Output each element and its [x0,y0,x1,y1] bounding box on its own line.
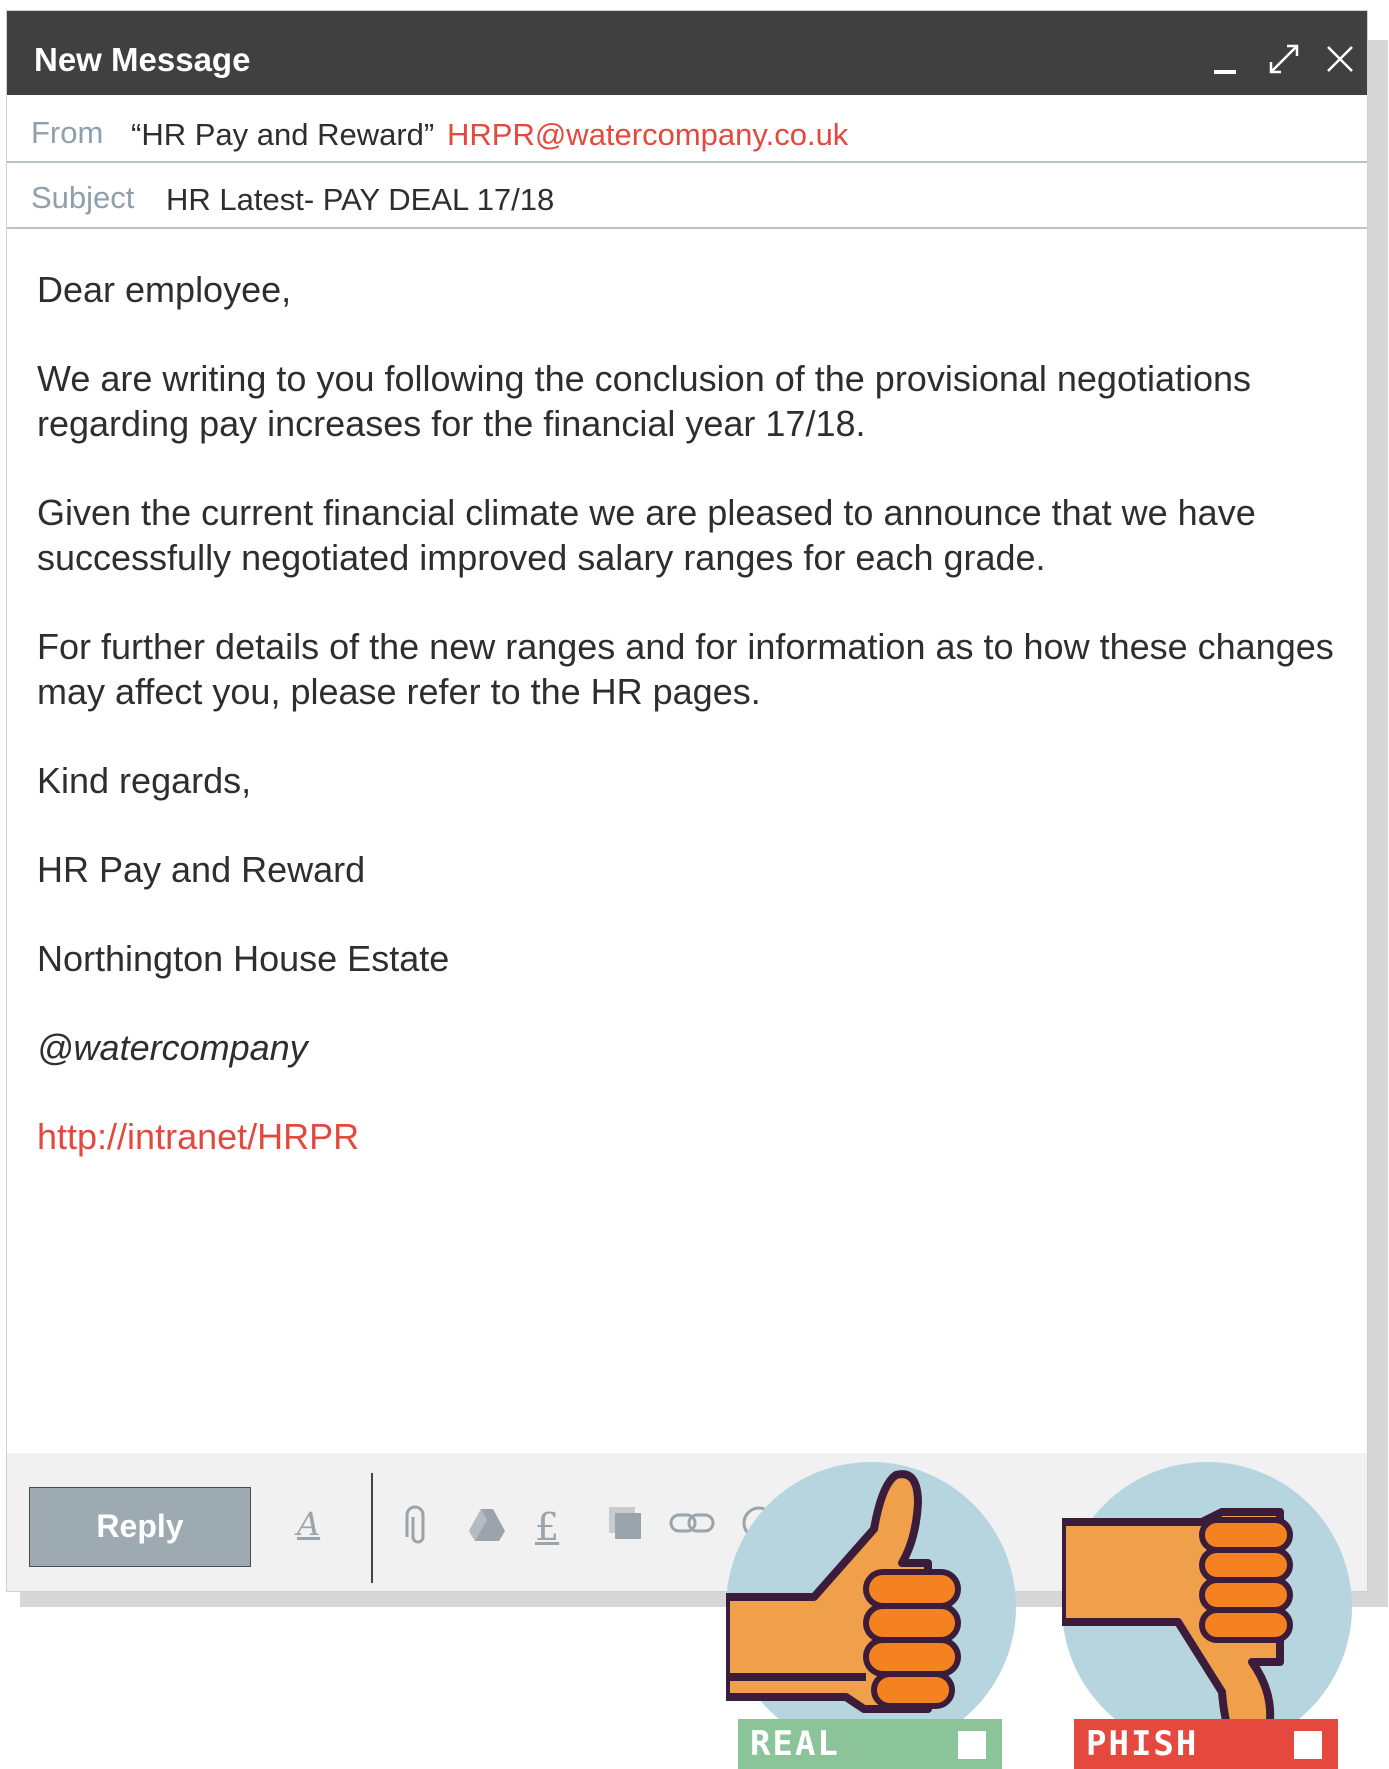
from-field: From “HR Pay and Reward” HRPR@watercompa… [7,95,1367,163]
from-name: “HR Pay and Reward” [131,117,435,152]
body-paragraph: For further details of the new ranges an… [37,626,1334,712]
real-label: REAL [750,1724,840,1764]
body-paragraph: We are writing to you following the conc… [37,358,1252,444]
toolbar-divider [371,1473,373,1583]
greeting: Dear employee, [37,269,292,310]
signature-handle: @watercompany [37,1027,308,1068]
compose-window: New Message From “HR Pay and Reward” HRP… [6,10,1368,1592]
link-icon[interactable] [669,1505,715,1549]
real-checkbox[interactable] [958,1731,986,1759]
attach-icon[interactable] [405,1505,431,1549]
phish-label: PHISH [1086,1724,1199,1764]
signature-org: Northington House Estate [37,938,450,979]
pound-icon[interactable]: £ [535,1505,559,1549]
thumbs-down-icon [1058,1462,1352,1754]
phish-checkbox[interactable] [1294,1731,1322,1759]
format-text-icon[interactable]: A [297,1505,320,1549]
closing: Kind regards, [37,760,252,801]
expand-icon[interactable] [1267,42,1301,76]
thumbs-up-icon [722,1462,1016,1752]
from-email[interactable]: HRPR@watercompany.co.uk [447,117,848,153]
signature-link[interactable]: http://intranet/HRPR [37,1114,1337,1159]
minimize-icon[interactable] [1211,42,1245,76]
photo-icon[interactable] [607,1505,643,1549]
drive-icon[interactable] [467,1505,507,1549]
phish-vote-badge[interactable] [1058,1462,1352,1754]
phish-vote-button[interactable]: PHISH [1074,1719,1338,1769]
subject-label: Subject [31,180,135,215]
reply-button[interactable]: Reply [29,1487,251,1567]
signature-name: HR Pay and Reward [37,849,366,890]
from-label: From [31,115,104,150]
title-bar: New Message [7,11,1367,95]
subject-text: HR Latest- PAY DEAL 17/18 [166,182,555,217]
real-vote-badge[interactable] [722,1462,1016,1752]
body-paragraph: Given the current financial climate we a… [37,492,1256,578]
real-vote-button[interactable]: REAL [738,1719,1002,1769]
window-title: New Message [34,41,251,78]
message-body: Dear employee, We are writing to you fol… [37,267,1337,1203]
subject-field: Subject HR Latest- PAY DEAL 17/18 [7,163,1367,229]
close-icon[interactable] [1323,42,1357,76]
